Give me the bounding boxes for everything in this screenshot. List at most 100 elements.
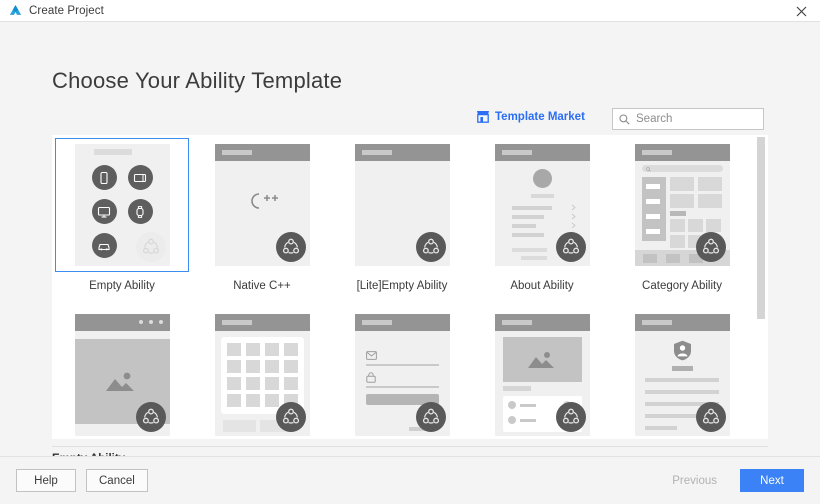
preview-title-pill: [93, 149, 132, 155]
template-card-empty-ability[interactable]: Empty Ability: [52, 138, 192, 292]
tv-icon: [91, 199, 117, 224]
vertical-scrollbar[interactable]: [757, 136, 765, 438]
close-glyph: [796, 6, 806, 16]
template-thumb-frame: [475, 308, 609, 439]
preview-title-pill: [641, 320, 672, 325]
harmony-badge-icon: [695, 232, 726, 262]
tablet-icon: [127, 165, 153, 190]
image-placeholder: [502, 337, 582, 382]
template-market-label: Template Market: [495, 110, 585, 123]
template-toolbar: Template Market: [52, 108, 764, 132]
template-card-lite-empty-ability[interactable]: [Lite]Empty Ability: [332, 138, 472, 292]
watch-icon: [127, 199, 153, 224]
template-thumb-frame: [335, 308, 469, 439]
text-line: [644, 426, 677, 430]
grid-section-label: [669, 211, 686, 216]
close-icon[interactable]: [782, 0, 820, 22]
template-card-label: Category Ability: [642, 280, 722, 292]
template-preview: [354, 144, 450, 266]
sidebar-item-placeholder: [645, 214, 660, 219]
template-card-native-cpp[interactable]: Native C++: [192, 138, 332, 292]
preview-title-pill: [641, 150, 672, 155]
description-divider: [52, 446, 768, 447]
car-icon: [91, 233, 117, 258]
preview-title-pill: [501, 320, 532, 325]
sidebar-item-placeholder: [645, 229, 660, 234]
next-button[interactable]: Next: [740, 469, 804, 492]
template-preview: [494, 144, 590, 266]
template-card-label: [Lite]Empty Ability: [356, 280, 448, 292]
template-card-category-ability[interactable]: Category Ability: [612, 138, 752, 292]
email-icon: [365, 351, 377, 360]
list-avatar: [507, 416, 516, 424]
preview-header: [494, 144, 590, 161]
image-icon: [105, 372, 134, 391]
store-icon: [477, 111, 489, 123]
template-thumb-frame: [335, 138, 469, 272]
footer-placeholder: [520, 256, 547, 260]
template-preview: [494, 314, 590, 436]
template-scroll-panel[interactable]: Empty Ability Native C++ [Lite]Empty Abi…: [52, 135, 768, 439]
list-row-placeholder: [511, 224, 536, 228]
template-preview: [634, 144, 730, 266]
template-card-profile[interactable]: [612, 308, 752, 439]
search-box[interactable]: [612, 108, 764, 130]
preview-title-pill: [361, 320, 392, 325]
grid-tile: [669, 177, 694, 191]
preview-header: [634, 144, 730, 161]
search-input[interactable]: [636, 113, 757, 125]
preview-header: [354, 314, 450, 331]
template-card-grid[interactable]: [192, 308, 332, 439]
footer-placeholder: [511, 248, 547, 252]
avatar-caption-placeholder: [530, 194, 554, 198]
overflow-dots-icon: [138, 320, 163, 324]
template-row-2: [52, 308, 752, 439]
grid-tile: [687, 219, 703, 232]
template-card-login[interactable]: [332, 308, 472, 439]
create-project-dialog: Create Project Choose Your Ability Templ…: [0, 0, 820, 504]
lock-icon: [365, 372, 376, 383]
template-preview: [354, 314, 450, 436]
template-preview: [74, 314, 170, 436]
template-card-about-ability[interactable]: About Ability: [472, 138, 612, 292]
search-icon: [619, 113, 630, 125]
text-line: [644, 378, 719, 382]
harmony-badge-icon: [415, 232, 446, 262]
template-card-label: About Ability: [510, 280, 574, 292]
template-card-feed[interactable]: [472, 308, 612, 439]
list-text: [519, 404, 536, 407]
template-preview: [74, 144, 170, 266]
template-card-media[interactable]: [52, 308, 192, 439]
template-grid: Empty Ability Native C++ [Lite]Empty Abi…: [52, 135, 752, 439]
help-button[interactable]: Help: [16, 469, 76, 492]
scrollbar-thumb[interactable]: [757, 137, 765, 319]
tabbar-item: [642, 254, 657, 263]
grid-tile: [697, 177, 722, 191]
list-row-placeholder: [511, 233, 544, 237]
preview-header: [214, 314, 310, 331]
name-placeholder: [671, 366, 693, 371]
avatar-placeholder: [532, 169, 552, 188]
template-thumb-frame: [615, 308, 749, 439]
title-bar: Create Project: [0, 0, 820, 22]
grid-tile: [669, 194, 694, 208]
dialog-body: Choose Your Ability Template Template Ma…: [0, 22, 820, 481]
harmony-badge-icon: [555, 402, 586, 432]
list-avatar: [507, 401, 516, 409]
template-thumb-frame: [615, 138, 749, 272]
image-icon: [527, 352, 554, 368]
template-thumb-frame: [475, 138, 609, 272]
phone-icon: [91, 165, 117, 190]
template-card-label: Empty Ability: [89, 280, 155, 292]
grid-tile: [669, 235, 685, 248]
list-row-placeholder: [511, 206, 552, 210]
text-line: [644, 390, 719, 394]
bottom-button: [222, 420, 256, 432]
window-title: Create Project: [29, 4, 104, 17]
cancel-button[interactable]: Cancel: [86, 469, 148, 492]
template-thumb-frame: [195, 308, 329, 439]
preview-header: [214, 144, 310, 161]
page-title: Choose Your Ability Template: [52, 68, 343, 93]
preview-header: [354, 144, 450, 161]
template-market-link[interactable]: Template Market: [476, 110, 585, 123]
